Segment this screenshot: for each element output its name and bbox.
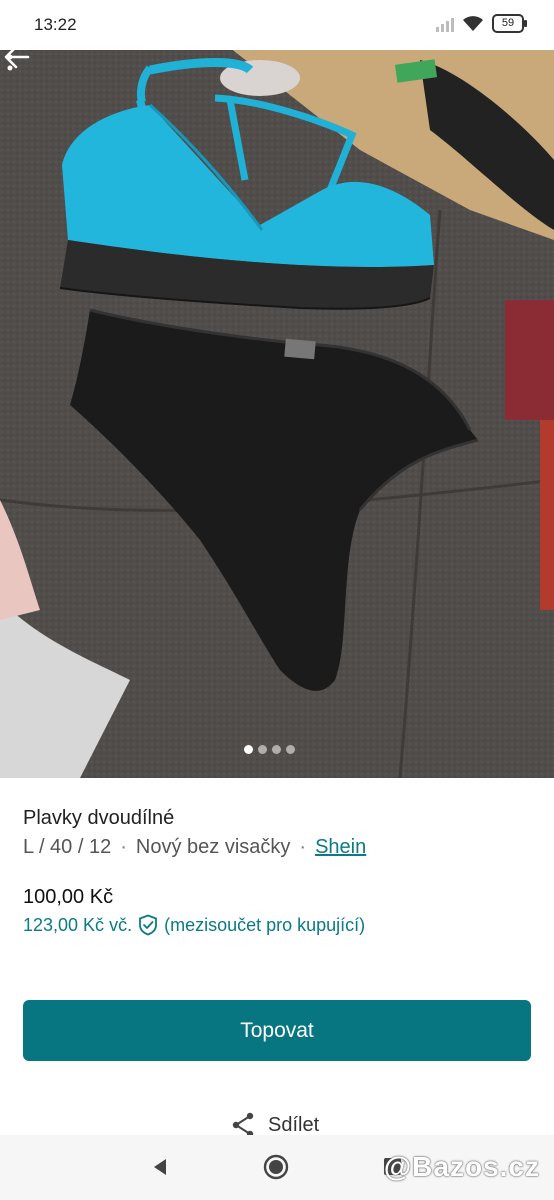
listing-size: L / 40 / 12 (23, 836, 112, 858)
total-price-note: (mezisoučet pro kupující) (164, 914, 366, 935)
total-price[interactable]: 123,00 Kč vč. (mezisoučet pro kupující) (23, 914, 365, 936)
listing-condition: Nový bez visačky (135, 836, 291, 858)
nav-back-icon[interactable] (151, 1157, 171, 1177)
shield-check-icon (139, 914, 157, 936)
brand-link[interactable]: Shein (315, 836, 366, 859)
listing-meta: L / 40 / 12 · Nový bez visačky · Shein (23, 836, 366, 859)
swimsuit-photo (0, 40, 554, 778)
page-dot[interactable] (258, 745, 267, 754)
page-dot[interactable] (244, 745, 253, 754)
wifi-icon (463, 15, 483, 31)
signal-icon (436, 16, 454, 32)
listing-photo[interactable] (0, 40, 554, 778)
watermark: @Bazos.cz (383, 1151, 540, 1182)
system-nav-bar: @Bazos.cz (0, 1135, 554, 1200)
page-dot[interactable] (272, 745, 281, 754)
gallery-pagination (244, 745, 295, 754)
status-bar: 13:22 59 (0, 0, 554, 50)
listing-price: 100,00 Kč (23, 886, 114, 908)
nav-home-icon[interactable] (263, 1154, 289, 1180)
share-label: Sdílet (268, 1113, 320, 1136)
page-dot[interactable] (286, 745, 295, 754)
listing-title: Plavky dvoudílné (23, 807, 175, 829)
battery-icon: 59 (492, 14, 527, 33)
status-time: 13:22 (34, 15, 77, 34)
promote-button[interactable]: Topovat (23, 1000, 531, 1061)
status-icons: 59 (436, 14, 527, 33)
separator: · (299, 836, 307, 858)
separator: · (120, 836, 127, 858)
total-price-value: 123,00 Kč vč. (23, 914, 133, 935)
